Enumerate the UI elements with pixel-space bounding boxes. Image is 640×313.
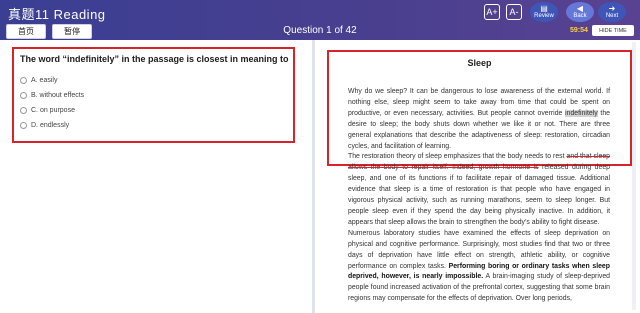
increase-font-button[interactable]: A+ — [484, 4, 500, 20]
passage-body: Why do we sleep? It can be dangerous to … — [348, 87, 610, 305]
decrease-font-button[interactable]: A- — [506, 4, 522, 20]
next-button[interactable]: ➜ Next — [598, 2, 626, 22]
option-c[interactable]: C. on purpose — [20, 107, 75, 114]
option-label: C. on purpose — [31, 107, 75, 114]
hide-time-button[interactable]: HIDE TIME — [592, 25, 634, 36]
review-button[interactable]: ▤ Review — [530, 2, 558, 22]
option-b[interactable]: B. without effects — [20, 92, 84, 99]
arrow-right-icon: ➜ — [608, 4, 616, 13]
passage-scrollbar[interactable] — [632, 42, 636, 310]
passage-paragraph-3: Numerous laboratory studies have examine… — [348, 229, 610, 305]
arrow-left-icon: ◀ — [576, 4, 584, 13]
passage-text: The restoration theory of sleep emphasiz… — [348, 153, 567, 161]
option-label: D. endlessly — [31, 122, 70, 129]
question-counter: Question 1 of 42 — [283, 25, 357, 36]
review-icon: ▤ — [540, 4, 548, 13]
timer: 59:54 — [570, 27, 588, 34]
question-text: The word “indefinitely” in the passage i… — [20, 54, 289, 64]
option-d[interactable]: D. endlessly — [20, 122, 69, 129]
back-button[interactable]: ◀ Back — [566, 2, 594, 22]
next-label: Next — [605, 13, 619, 19]
option-label: A. easily — [31, 77, 58, 84]
passage-title: Sleep — [467, 58, 492, 68]
radio-icon — [20, 92, 27, 99]
app-title: 真题11 Reading — [8, 7, 106, 22]
back-label: Back — [573, 13, 587, 19]
top-bar: 真题11 Reading 首页 暂停 Question 1 of 42 A+ A… — [0, 0, 640, 40]
passage-paragraph-2: The restoration theory of sleep emphasiz… — [348, 152, 610, 228]
passage-paragraph-1: Why do we sleep? It can be dangerous to … — [348, 87, 610, 152]
radio-icon — [20, 77, 27, 84]
passage-text: released during deep sleep, and one of i… — [348, 164, 610, 226]
radio-icon — [20, 122, 27, 129]
review-label: Review — [534, 13, 554, 19]
option-a[interactable]: A. easily — [20, 77, 57, 84]
option-label: B. without effects — [31, 92, 85, 99]
question-panel: The word “indefinitely” in the passage i… — [12, 47, 295, 143]
pane-divider[interactable] — [312, 40, 315, 313]
radio-icon — [20, 107, 27, 114]
highlighted-word: indefinitely — [565, 109, 598, 117]
